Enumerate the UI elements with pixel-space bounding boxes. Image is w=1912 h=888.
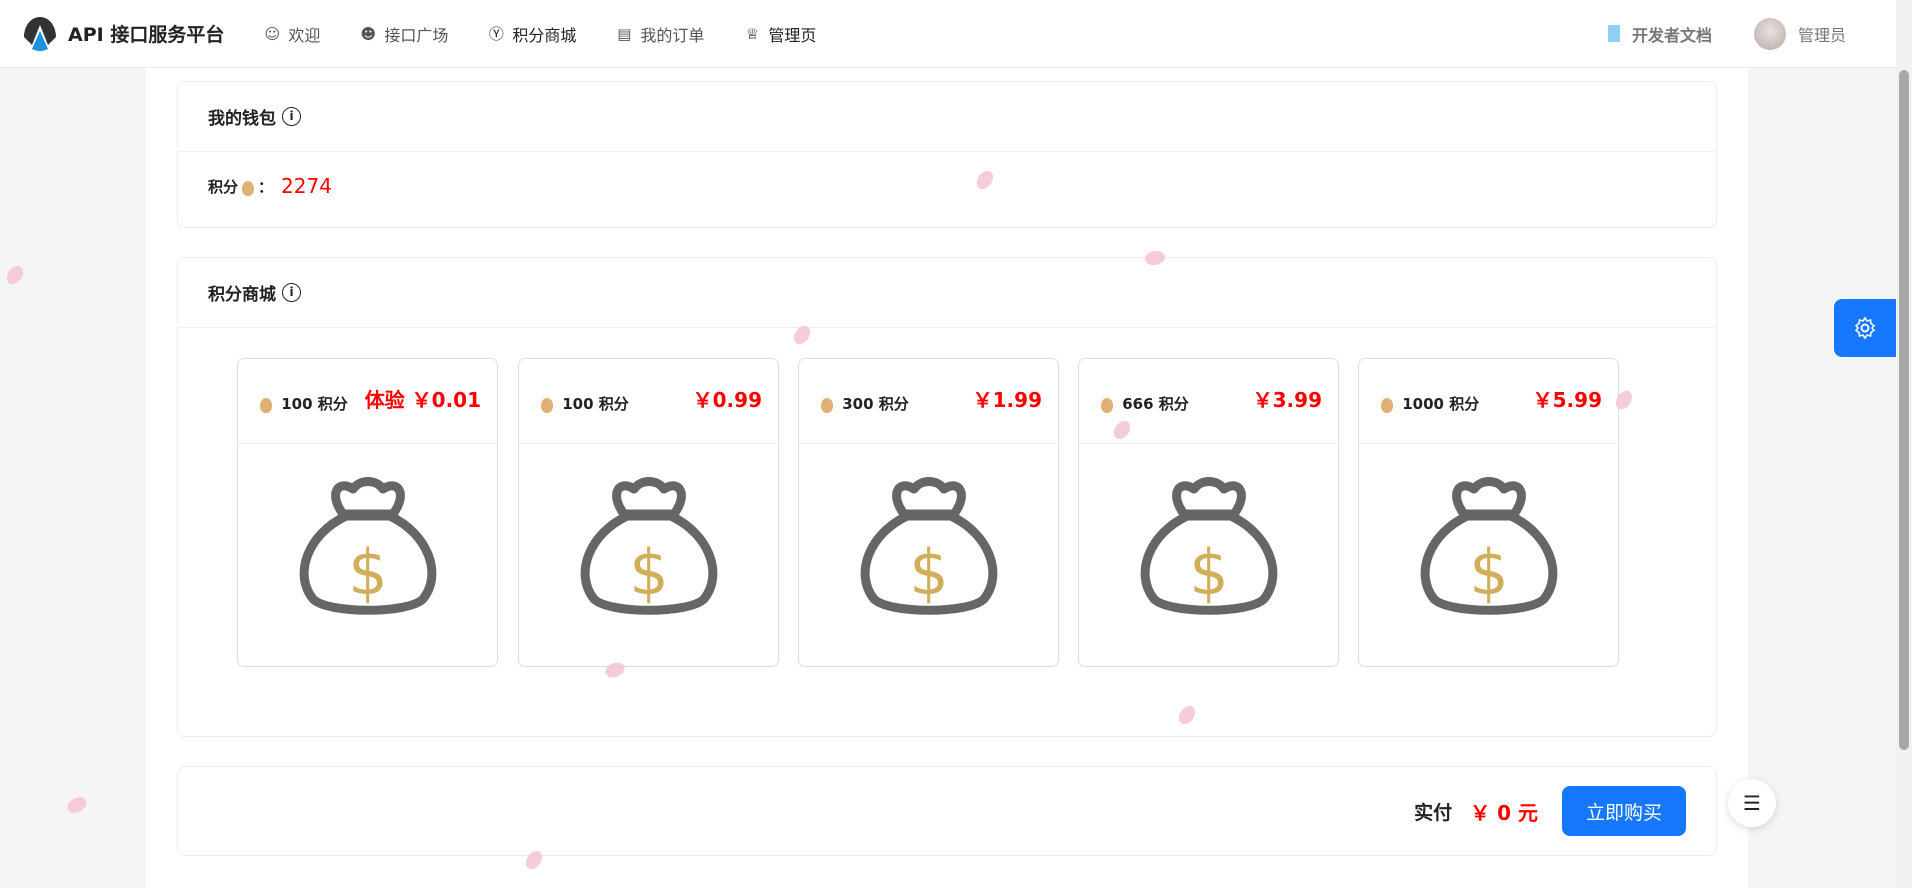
yen-circle-icon: Ⓨ xyxy=(488,25,504,43)
petal-decoration xyxy=(64,793,90,817)
nav-label: 接口广场 xyxy=(384,25,449,45)
nav-interface-square[interactable]: ☻ 接口广场 xyxy=(340,0,468,68)
smile-icon: ☺ xyxy=(264,24,281,43)
product-name: 1000 积分 xyxy=(1402,395,1480,413)
points-value: 2274 xyxy=(281,174,332,198)
list-icon: ☰ xyxy=(1743,791,1761,815)
nav-admin[interactable]: ♕ 管理页 xyxy=(724,0,836,68)
gear-icon xyxy=(1854,316,1876,340)
money-bag-icon xyxy=(260,398,272,413)
money-bag-icon xyxy=(541,398,553,413)
avatar[interactable] xyxy=(1753,17,1786,50)
username[interactable]: 管理员 xyxy=(1798,22,1846,46)
nav-label: 管理页 xyxy=(768,25,817,45)
pay-amount: ￥ 0 元 xyxy=(1470,800,1538,825)
money-bag-icon xyxy=(1381,398,1393,413)
points-label: 积分 xyxy=(208,177,239,196)
money-bag-icon xyxy=(821,398,833,413)
product-price: ￥5.99 xyxy=(1532,388,1602,412)
profile-icon: ▤ xyxy=(617,24,632,43)
settings-button[interactable] xyxy=(1834,299,1896,357)
product-name: 100 积分 xyxy=(281,395,348,413)
product-name: 666 积分 xyxy=(1122,395,1189,413)
checkout-card: 实付 ￥ 0 元 立即购买 xyxy=(177,766,1717,856)
money-bag-icon: $ xyxy=(1140,477,1277,615)
nav-points-shop[interactable]: Ⓨ 积分商城 xyxy=(468,0,596,68)
money-bag-icon: $ xyxy=(299,477,436,615)
top-nav-bar: API 接口服务平台 ☺ 欢迎 ☻ 接口广场 Ⓨ 积分商城 ▤ 我的订单 ♕ 管理页 开发… xyxy=(0,0,1896,68)
product-card[interactable]: 666 积分 ￥3.99 $ xyxy=(1078,358,1339,667)
product-name: 100 积分 xyxy=(562,395,629,413)
points-shop-card: 积分商城 i 100 积分 体验 ￥0.01 $ 100 积分 ￥0.99 $ 3… xyxy=(177,257,1717,737)
svg-text:$: $ xyxy=(1469,536,1508,609)
crown-icon: ♕ xyxy=(745,24,760,43)
money-bag-icon: $ xyxy=(580,477,717,615)
product-header: 100 积分 ￥0.99 xyxy=(519,359,778,444)
nav-label: 我的订单 xyxy=(640,25,705,45)
scrollbar[interactable] xyxy=(1896,0,1912,888)
float-menu-button[interactable]: ☰ xyxy=(1728,779,1776,827)
product-header: 1000 积分 ￥5.99 xyxy=(1359,359,1618,444)
svg-text:$: $ xyxy=(1189,536,1228,609)
nav-welcome[interactable]: ☺ 欢迎 xyxy=(244,0,340,68)
product-card[interactable]: 100 积分 体验 ￥0.01 $ xyxy=(237,358,498,667)
product-card[interactable]: 100 积分 ￥0.99 $ xyxy=(518,358,779,667)
product-header: 100 积分 体验 ￥0.01 xyxy=(238,359,497,444)
svg-text:$: $ xyxy=(348,536,387,609)
info-icon[interactable]: i xyxy=(282,283,301,302)
svg-text:$: $ xyxy=(629,536,668,609)
money-bag-icon xyxy=(242,180,255,196)
money-bag-icon: $ xyxy=(1420,477,1557,615)
nav-my-orders[interactable]: ▤ 我的订单 xyxy=(596,0,724,68)
buy-now-button[interactable]: 立即购买 xyxy=(1562,786,1686,836)
nav-label: 积分商城 xyxy=(512,25,577,45)
book-icon xyxy=(1607,25,1620,42)
product-name: 300 积分 xyxy=(842,395,909,413)
reddit-icon: ☻ xyxy=(360,24,377,43)
svg-text:$: $ xyxy=(909,536,948,609)
product-header: 300 积分 ￥1.99 xyxy=(799,359,1058,444)
logo[interactable]: API 接口服务平台 xyxy=(22,15,224,53)
money-bag-icon xyxy=(1101,398,1113,413)
app-title: API 接口服务平台 xyxy=(68,24,225,46)
nav-label: 欢迎 xyxy=(288,25,321,45)
shop-title: 积分商城 xyxy=(208,285,276,305)
product-card[interactable]: 300 积分 ￥1.99 $ xyxy=(798,358,1059,667)
main-nav: ☺ 欢迎 ☻ 接口广场 Ⓨ 积分商城 ▤ 我的订单 ♕ 管理页 xyxy=(244,0,836,68)
product-price: ￥0.99 xyxy=(692,388,762,412)
money-bag-icon: $ xyxy=(860,477,997,615)
docs-label: 开发者文档 xyxy=(1631,25,1712,45)
pay-label: 实付 xyxy=(1414,801,1453,824)
product-price: ￥3.99 xyxy=(1252,388,1322,412)
wallet-title: 我的钱包 xyxy=(208,109,276,129)
scrollbar-thumb[interactable] xyxy=(1899,70,1909,750)
info-icon[interactable]: i xyxy=(282,107,301,126)
logo-icon xyxy=(24,16,56,51)
product-price: 体验 ￥0.01 xyxy=(364,388,481,412)
main-content: 我的钱包 i 积分 ： 2274 积分商城 i 100 积分 体验 ￥0.01 $ … xyxy=(146,68,1748,888)
petal-decoration xyxy=(3,262,27,288)
product-card[interactable]: 1000 积分 ￥5.99 $ xyxy=(1358,358,1619,667)
colon: ： xyxy=(258,177,274,196)
developer-docs-link[interactable]: 开发者文档 xyxy=(1607,22,1712,46)
product-price: ￥1.99 xyxy=(972,388,1042,412)
wallet-card: 我的钱包 i 积分 ： 2274 xyxy=(177,81,1717,228)
